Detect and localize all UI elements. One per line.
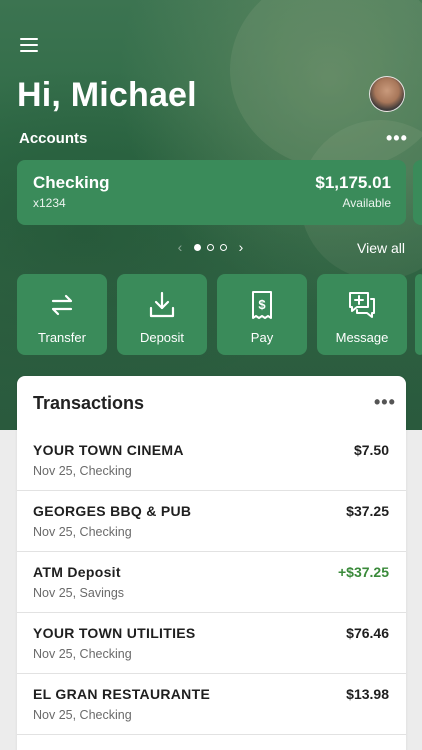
transaction-merchant: YOUR TOWN CINEMA [33, 442, 184, 458]
deposit-button[interactable]: Deposit [117, 274, 207, 355]
account-number: x1234 [33, 196, 66, 210]
transactions-list: YOUR TOWN CINEMA Nov 25, Checking $7.50 … [17, 430, 406, 735]
chevron-left-icon[interactable]: ‹ [172, 239, 188, 255]
view-all-link[interactable]: View all [357, 240, 405, 256]
pager-dot [194, 243, 201, 251]
chevron-right-icon[interactable]: › [233, 239, 249, 255]
next-action-button[interactable] [415, 274, 422, 355]
account-balance: $1,175.01 [315, 173, 391, 192]
transfer-label: Transfer [38, 330, 86, 345]
transaction-merchant: YOUR TOWN UTILITIES [33, 625, 196, 641]
account-card-checking[interactable]: Checking x1234 $1,175.01 Available [17, 160, 406, 225]
transaction-row[interactable]: YOUR TOWN CINEMA Nov 25, Checking $7.50 [17, 430, 406, 491]
transaction-amount: +$37.25 [338, 564, 389, 580]
transaction-row[interactable]: GEORGES BBQ & PUB Nov 25, Checking $37.2… [17, 491, 406, 552]
accounts-more-icon[interactable]: ••• [386, 128, 408, 149]
transaction-row[interactable]: YOUR TOWN UTILITIES Nov 25, Checking $76… [17, 613, 406, 674]
transaction-merchant: GEORGES BBQ & PUB [33, 503, 192, 519]
transaction-merchant: ATM Deposit [33, 564, 121, 580]
quick-actions: Transfer Deposit $ Pay Message [17, 274, 422, 356]
pay-icon: $ [217, 288, 307, 322]
pay-label: Pay [250, 330, 274, 345]
account-name: Checking [33, 173, 110, 192]
pay-button[interactable]: $ Pay [217, 274, 307, 355]
message-icon [317, 288, 407, 322]
svg-text:$: $ [258, 297, 266, 312]
transactions-more-icon[interactable]: ••• [374, 392, 396, 413]
transaction-detail: Nov 25, Savings [33, 586, 125, 600]
transactions-title: Transactions [33, 393, 145, 413]
transaction-merchant: EL GRAN RESTAURANTE [33, 686, 211, 702]
transactions-card: Transactions ••• YOUR TOWN CINEMA Nov 25… [17, 376, 406, 750]
transaction-detail: Nov 25, Checking [33, 647, 132, 661]
transaction-detail: Nov 25, Checking [33, 464, 132, 478]
transfer-button[interactable]: Transfer [17, 274, 107, 355]
greeting-title: Hi, Michael [17, 76, 197, 114]
account-balance-label: Available [342, 196, 391, 210]
deposit-label: Deposit [139, 330, 185, 345]
next-account-card[interactable] [413, 160, 422, 225]
transfer-icon [17, 288, 107, 322]
pager-dot [207, 243, 214, 251]
transaction-amount: $76.46 [346, 625, 389, 641]
accounts-label: Accounts [19, 130, 88, 147]
transaction-amount: $7.50 [353, 442, 389, 458]
menu-icon[interactable] [20, 38, 38, 52]
pager-dot [220, 243, 227, 251]
transaction-amount: $13.98 [346, 686, 389, 702]
transaction-amount: $37.25 [346, 503, 389, 519]
account-pager: ‹ › [172, 239, 249, 255]
message-button[interactable]: Message [317, 274, 407, 355]
message-label: Message [335, 330, 389, 345]
transaction-detail: Nov 25, Checking [33, 525, 132, 539]
transaction-row[interactable]: EL GRAN RESTAURANTE Nov 25, Checking $13… [17, 674, 406, 735]
transaction-detail: Nov 25, Checking [33, 708, 132, 722]
transaction-row[interactable]: ATM Deposit Nov 25, Savings +$37.25 [17, 552, 406, 613]
avatar[interactable] [369, 76, 405, 112]
deposit-icon [117, 288, 207, 322]
